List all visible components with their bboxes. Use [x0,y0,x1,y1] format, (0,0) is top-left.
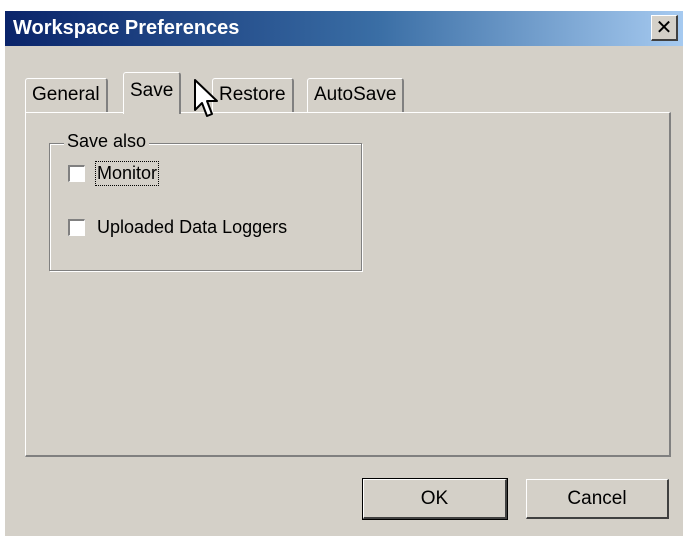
ok-button-label: OK [420,487,449,509]
cancel-button[interactable]: Cancel [526,479,669,519]
tab-general[interactable]: General [25,78,108,112]
ok-button[interactable]: OK [362,478,508,520]
arrow-pointer-icon [194,79,218,117]
uploaded-data-loggers-checkbox[interactable] [68,219,85,236]
save-also-legend: Save also [64,131,150,152]
close-icon: ✕ [655,16,673,39]
cancel-button-label: Cancel [567,487,627,509]
save-tab-panel: Save also Monitor Uploaded Data Loggers [25,112,671,457]
monitor-checkbox[interactable] [68,165,85,182]
uploaded-data-loggers-option[interactable]: Uploaded Data Loggers [68,217,287,238]
dialog-title: Workspace Preferences [13,17,240,39]
close-button[interactable]: ✕ [651,15,678,41]
tab-save[interactable]: Save [123,72,182,114]
tab-save-label: Save [130,80,174,101]
tab-general-label: General [32,84,100,105]
title-bar[interactable]: Workspace Preferences ✕ [5,11,683,46]
save-also-groupbox: Save also Monitor Uploaded Data Loggers [49,131,362,271]
monitor-label[interactable]: Monitor [94,161,160,186]
tab-restore[interactable]: Restore [212,78,294,112]
preferences-dialog: Workspace Preferences ✕ General Save Res… [3,9,683,536]
tab-restore-label: Restore [219,84,286,105]
tab-autosave-label: AutoSave [314,84,397,105]
tab-autosave[interactable]: AutoSave [307,78,405,112]
uploaded-data-loggers-label[interactable]: Uploaded Data Loggers [97,217,287,238]
monitor-option[interactable]: Monitor [68,161,160,186]
